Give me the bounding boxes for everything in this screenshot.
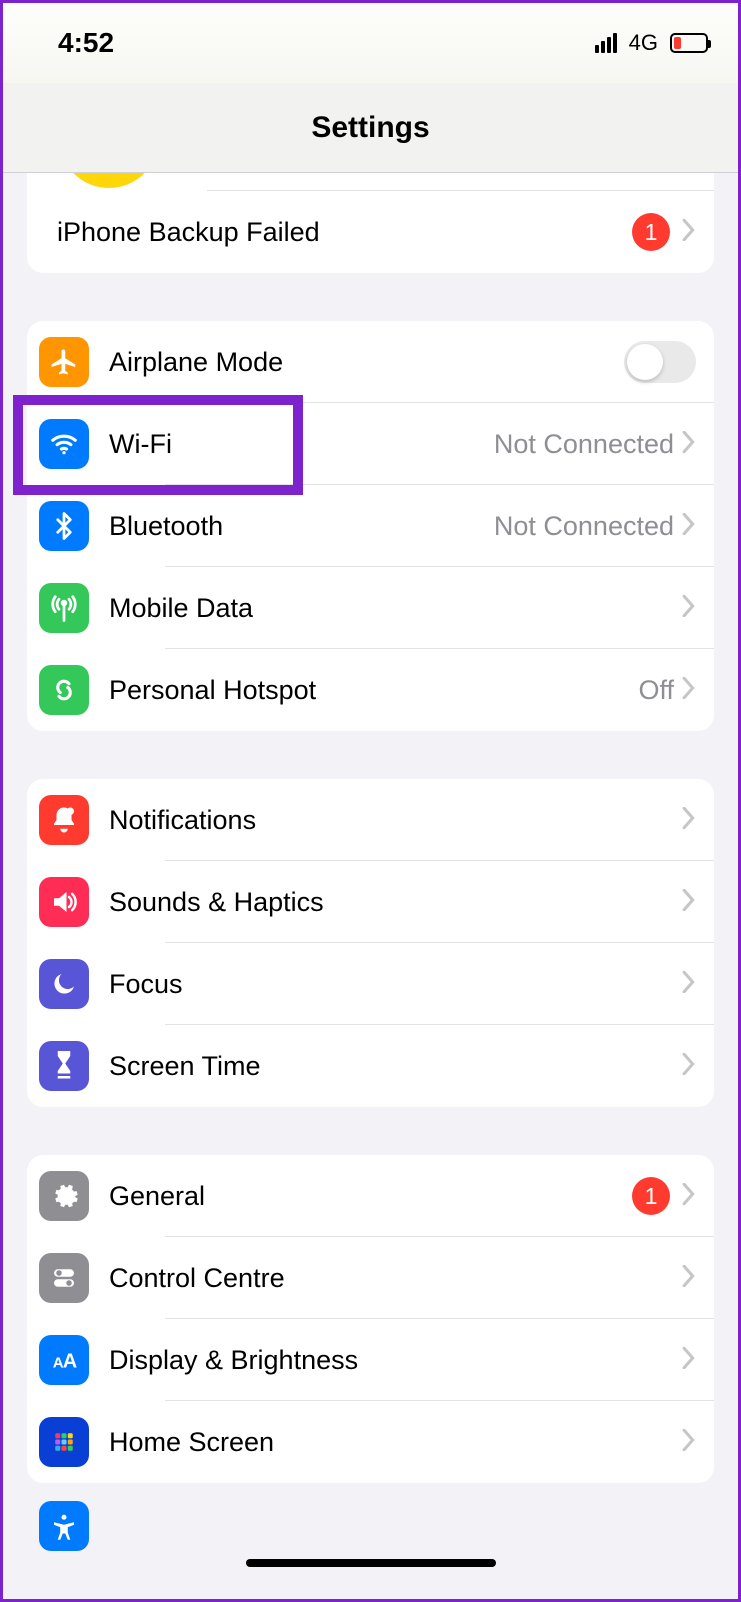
accessibility-icon — [39, 1501, 89, 1551]
row-bluetooth[interactable]: Bluetooth Not Connected — [27, 485, 714, 567]
home-screen-icon — [39, 1417, 89, 1467]
sounds-label: Sounds & Haptics — [109, 887, 682, 918]
display-label: Display & Brightness — [109, 1345, 682, 1376]
focus-label: Focus — [109, 969, 682, 1000]
airplane-toggle[interactable] — [624, 341, 696, 383]
screentime-label: Screen Time — [109, 1051, 682, 1082]
chevron-right-icon — [682, 219, 696, 246]
backup-warning-icon — [59, 173, 159, 188]
bell-icon — [39, 795, 89, 845]
status-time: 4:52 — [58, 27, 114, 59]
hotspot-label: Personal Hotspot — [109, 675, 638, 706]
chevron-right-icon — [682, 971, 696, 998]
row-control-centre[interactable]: Control Centre — [27, 1237, 714, 1319]
chevron-right-icon — [682, 1183, 696, 1210]
row-notifications[interactable]: Notifications — [27, 779, 714, 861]
status-right: 4G — [595, 30, 708, 56]
page-title: Settings — [311, 111, 429, 145]
hotspot-detail: Off — [638, 675, 674, 706]
group-connectivity: Airplane Mode Wi-Fi Not Connected Blueto… — [27, 321, 714, 731]
chevron-right-icon — [682, 1429, 696, 1456]
notifications-label: Notifications — [109, 805, 682, 836]
status-bar: 4:52 4G — [3, 3, 738, 83]
group-alerts: Notifications Sounds & Haptics Focus — [27, 779, 714, 1107]
chevron-right-icon — [682, 431, 696, 458]
row-screen-time[interactable]: Screen Time — [27, 1025, 714, 1107]
group-system: General 1 Control Centre AA Display & Br… — [27, 1155, 714, 1483]
general-badge: 1 — [632, 1177, 670, 1215]
text-size-icon: AA — [39, 1335, 89, 1385]
gear-icon — [39, 1171, 89, 1221]
cellular-signal-icon — [595, 33, 617, 53]
chevron-right-icon — [682, 807, 696, 834]
chevron-right-icon — [682, 889, 696, 916]
general-label: General — [109, 1181, 632, 1212]
airplane-icon — [39, 337, 89, 387]
wifi-icon — [39, 419, 89, 469]
row-wifi[interactable]: Wi-Fi Not Connected — [27, 403, 714, 485]
bluetooth-icon — [39, 501, 89, 551]
nav-header: Settings — [3, 83, 738, 173]
control-label: Control Centre — [109, 1263, 682, 1294]
moon-icon — [39, 959, 89, 1009]
row-sounds[interactable]: Sounds & Haptics — [27, 861, 714, 943]
wifi-label: Wi-Fi — [109, 429, 494, 460]
network-label: 4G — [629, 30, 658, 56]
chevron-right-icon — [682, 1347, 696, 1374]
chevron-right-icon — [682, 595, 696, 622]
chevron-right-icon — [682, 677, 696, 704]
row-focus[interactable]: Focus — [27, 943, 714, 1025]
antenna-icon — [39, 583, 89, 633]
row-display[interactable]: AA Display & Brightness — [27, 1319, 714, 1401]
speaker-icon — [39, 877, 89, 927]
row-home-screen[interactable]: Home Screen — [27, 1401, 714, 1483]
home-indicator[interactable] — [246, 1559, 496, 1567]
battery-icon — [670, 33, 708, 53]
chevron-right-icon — [682, 1265, 696, 1292]
bluetooth-detail: Not Connected — [494, 511, 674, 542]
row-hotspot[interactable]: Personal Hotspot Off — [27, 649, 714, 731]
hotspot-icon — [39, 665, 89, 715]
bluetooth-label: Bluetooth — [109, 511, 494, 542]
backup-label: iPhone Backup Failed — [57, 217, 632, 248]
wifi-detail: Not Connected — [494, 429, 674, 460]
home-label: Home Screen — [109, 1427, 682, 1458]
row-general[interactable]: General 1 — [27, 1155, 714, 1237]
backup-card: iPhone Backup Failed 1 — [27, 173, 714, 273]
svg-text:A: A — [63, 1351, 77, 1373]
row-backup-failed[interactable]: iPhone Backup Failed 1 — [27, 191, 714, 273]
backup-badge: 1 — [632, 213, 670, 251]
chevron-right-icon — [682, 513, 696, 540]
airplane-label: Airplane Mode — [109, 347, 624, 378]
hourglass-icon — [39, 1041, 89, 1091]
row-airplane-mode[interactable]: Airplane Mode — [27, 321, 714, 403]
chevron-right-icon — [682, 1053, 696, 1080]
row-mobile-data[interactable]: Mobile Data — [27, 567, 714, 649]
mobile-label: Mobile Data — [109, 593, 682, 624]
toggles-icon — [39, 1253, 89, 1303]
row-next-peek — [27, 1501, 714, 1551]
